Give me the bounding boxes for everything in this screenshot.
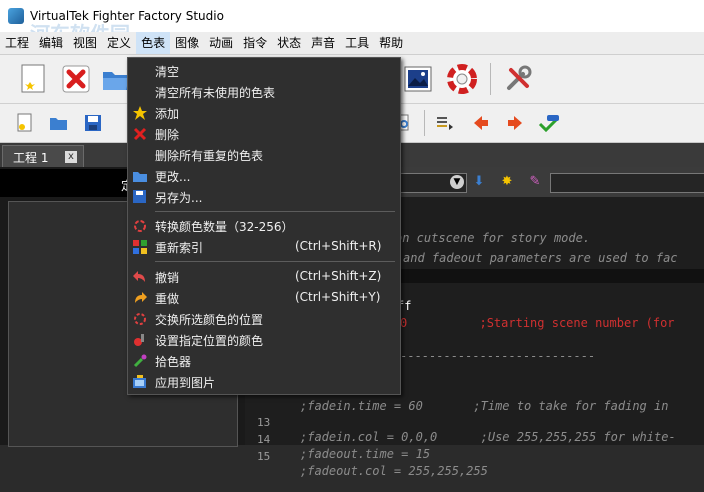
menu-separator <box>155 261 395 262</box>
app-icon <box>8 8 24 24</box>
redo-icon <box>132 290 147 305</box>
arrow-left-icon <box>474 116 488 130</box>
menu-item-clear[interactable]: 清空 <box>128 60 400 81</box>
new-project-button[interactable] <box>16 61 52 97</box>
menu-item-swap-colors[interactable]: 交换所选颜色的位置 <box>128 308 400 329</box>
code-line: 15 ;fadeout.col = 255,255,255 <box>257 450 488 478</box>
toolbar-separator <box>490 63 491 95</box>
menu-item-change[interactable]: 更改... <box>128 165 400 186</box>
close-project-button[interactable] <box>58 61 94 97</box>
menu-item-delete-duplicates[interactable]: 删除所有重复的色表 <box>128 144 400 165</box>
undo-icon <box>132 269 147 284</box>
back-button[interactable] <box>470 112 492 134</box>
save-icon <box>132 189 147 204</box>
list-button[interactable] <box>434 112 456 134</box>
menu-item-save-as[interactable]: 另存为... <box>128 186 400 207</box>
swap-colors-icon <box>132 311 147 326</box>
measure-button[interactable] <box>538 112 560 134</box>
menu-item-clear-unused[interactable]: 清空所有未使用的色表 <box>128 81 400 102</box>
color-picker-icon <box>132 353 147 368</box>
arrow-right-icon <box>508 116 522 130</box>
help-button[interactable] <box>444 61 480 97</box>
menu-bar: 工程 编辑 视图 定义 色表 图像 动画 指令 状态 声音 工具 帮助 <box>0 32 704 55</box>
code-line: 14 ;fadeout.time = 15 <box>257 433 431 461</box>
save-file-button[interactable] <box>82 112 104 134</box>
new-file-icon <box>21 64 45 93</box>
menu-help[interactable]: 帮助 <box>374 32 408 54</box>
forward-button[interactable] <box>504 112 526 134</box>
arrow-down-icon[interactable]: ⬇ <box>471 174 487 190</box>
code-line: 13 ;fadein.col = 0,0,0 ;Use 255,255,255 … <box>257 416 676 444</box>
red-x-icon <box>62 65 90 93</box>
tab-project-1[interactable]: 工程 1 x <box>2 145 84 168</box>
picture-icon <box>404 66 432 92</box>
menu-tools[interactable]: 工具 <box>340 32 374 54</box>
menu-item-reindex[interactable]: 重新索引 (Ctrl+Shift+R) <box>128 236 400 257</box>
menu-commands[interactable]: 指令 <box>238 32 272 54</box>
new-file-button[interactable] <box>14 112 36 134</box>
save-icon <box>85 115 101 131</box>
menu-item-undo[interactable]: 撤销 (Ctrl+Shift+Z) <box>128 266 400 287</box>
new-file-icon <box>17 113 32 132</box>
ruler-check-icon <box>538 115 560 132</box>
menu-palette[interactable]: 色表 <box>136 32 171 54</box>
menu-item-convert-colors[interactable]: 转换颜色数量（32-256） <box>128 215 400 236</box>
close-icon[interactable]: x <box>65 151 77 163</box>
menu-item-redo[interactable]: 重做 (Ctrl+Shift+Y) <box>128 287 400 308</box>
wrench-screwdriver-icon <box>507 65 532 90</box>
edit-icon[interactable]: ✎ <box>527 174 543 190</box>
menu-project[interactable]: 工程 <box>0 32 34 54</box>
convert-colors-icon <box>132 218 147 233</box>
set-color-icon <box>132 332 147 347</box>
menu-item-set-color[interactable]: 设置指定位置的颜色 <box>128 329 400 350</box>
menu-item-apply-to-image[interactable]: 应用到图片 <box>128 371 400 392</box>
menu-item-add[interactable]: 添加 <box>128 102 400 123</box>
apply-image-icon <box>132 374 147 389</box>
menu-image[interactable]: 图像 <box>170 32 204 54</box>
menu-view[interactable]: 视图 <box>68 32 102 54</box>
red-x-icon <box>132 126 147 141</box>
list-arrow-icon <box>437 117 453 130</box>
menu-item-delete[interactable]: 删除 <box>128 123 400 144</box>
folder-open-icon <box>50 118 67 130</box>
menu-sound[interactable]: 声音 <box>306 32 340 54</box>
menu-separator <box>155 211 395 212</box>
reindex-icon <box>132 239 147 254</box>
chevron-down-icon: ▼ <box>450 175 464 189</box>
folder-open-icon <box>132 168 147 183</box>
menu-edit[interactable]: 编辑 <box>34 32 68 54</box>
search-input[interactable] <box>550 173 704 193</box>
lifebuoy-icon <box>447 64 477 94</box>
section-dropdown[interactable]: ▼ <box>395 173 467 193</box>
menu-states[interactable]: 状态 <box>272 32 306 54</box>
star-add-icon[interactable]: ✸ <box>499 174 515 190</box>
image-button[interactable] <box>400 61 436 97</box>
open-file-button[interactable] <box>48 112 70 134</box>
tab-label: 工程 1 <box>13 150 49 165</box>
palette-menu: 清空 清空所有未使用的色表 添加 删除 删除所有重复的色表 更改... 另存为.… <box>127 57 401 395</box>
toolbar-separator <box>424 110 425 136</box>
menu-define[interactable]: 定义 <box>102 32 136 54</box>
menu-animation[interactable]: 动画 <box>204 32 238 54</box>
menu-item-color-picker[interactable]: 拾色器 <box>128 350 400 371</box>
tools-button[interactable] <box>500 61 536 97</box>
star-add-icon <box>132 105 147 120</box>
